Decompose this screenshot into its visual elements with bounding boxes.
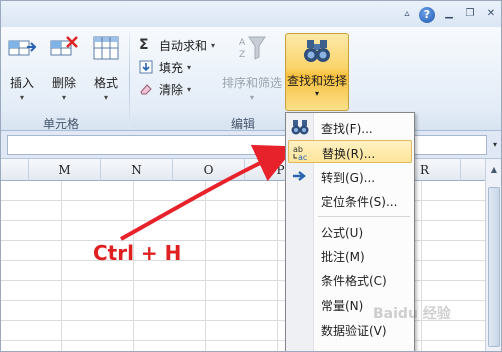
replace-icon: ab ac — [293, 145, 307, 161]
menu-item-label: 公式(U) — [321, 226, 364, 240]
menu-item-goto-special[interactable]: 定位条件(S)... — [288, 189, 412, 212]
menu-item-comments[interactable]: 批注(M) — [288, 244, 412, 267]
svg-text:ac: ac — [298, 153, 307, 161]
menu-item-formulas[interactable]: 公式(U) — [288, 220, 412, 243]
menu-item-label: 查找(F)... — [321, 122, 373, 136]
arrow-right-icon — [293, 171, 306, 181]
menu-item-label: 定位条件(S)... — [321, 195, 398, 209]
menu-item-label: 批注(M) — [321, 250, 365, 264]
watermark: Baidu 经验 — [373, 306, 451, 322]
menu-item-label: 替换(R)... — [322, 147, 376, 161]
menu-item-find[interactable]: 查找(F)... — [288, 116, 412, 139]
menu-item-label: 数据验证(V) — [321, 324, 387, 338]
excel-window: ▵ ? ▁ ❐ ✕ 插入 ▾ 删除 ▾ 格式 ▾ 单元格 Σ 自动求和 ▾ 填充… — [0, 0, 502, 352]
menu-item-replace[interactable]: ab ac 替换(R)... — [288, 140, 412, 163]
menu-item-label: 常量(N) — [321, 299, 364, 313]
shortcut-annotation: Ctrl + H — [93, 241, 182, 265]
menu-item-goto[interactable]: 转到(G)... — [288, 165, 412, 188]
menu-item-conditional-formatting[interactable]: 条件格式(C) — [288, 268, 412, 291]
menu-item-label: 转到(G)... — [321, 171, 376, 185]
binoculars-icon — [291, 120, 309, 135]
menu-item-label: 条件格式(C) — [321, 274, 387, 288]
annotation-arrow — [120, 144, 296, 241]
menu-separator — [318, 216, 410, 217]
